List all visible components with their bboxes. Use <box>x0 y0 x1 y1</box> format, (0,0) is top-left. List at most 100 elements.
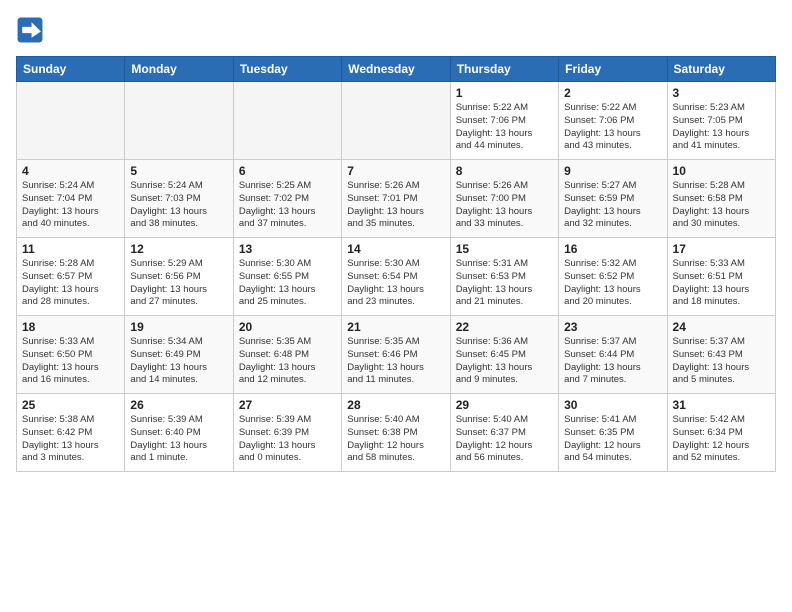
day-info: Sunrise: 5:22 AM Sunset: 7:06 PM Dayligh… <box>564 102 661 153</box>
week-row-1: 1 Sunrise: 5:22 AM Sunset: 7:06 PM Daylig… <box>17 82 776 160</box>
weekday-friday: Friday <box>559 57 667 82</box>
day-info: Sunrise: 5:38 AM Sunset: 6:42 PM Dayligh… <box>22 414 119 465</box>
calendar-cell: 11 Sunrise: 5:28 AM Sunset: 6:57 PM Dayli… <box>17 238 125 316</box>
day-number: 12 <box>130 242 227 256</box>
day-number: 25 <box>22 398 119 412</box>
calendar-cell: 23 Sunrise: 5:37 AM Sunset: 6:44 PM Dayli… <box>559 316 667 394</box>
day-number: 8 <box>456 164 553 178</box>
calendar-cell: 3Sunrise: 5:23 AM Sunset: 7:05 PM Daylig… <box>667 82 775 160</box>
day-number: 22 <box>456 320 553 334</box>
day-info: Sunrise: 5:39 AM Sunset: 6:40 PM Dayligh… <box>130 414 227 465</box>
day-info: Sunrise: 5:24 AM Sunset: 7:03 PM Dayligh… <box>130 180 227 231</box>
day-info: Sunrise: 5:40 AM Sunset: 6:37 PM Dayligh… <box>456 414 553 465</box>
day-number: 21 <box>347 320 444 334</box>
calendar-cell: 6 Sunrise: 5:25 AM Sunset: 7:02 PM Daylig… <box>233 160 341 238</box>
day-info: Sunrise: 5:35 AM Sunset: 6:46 PM Dayligh… <box>347 336 444 387</box>
calendar-body: 1 Sunrise: 5:22 AM Sunset: 7:06 PM Daylig… <box>17 82 776 472</box>
day-number: 9 <box>564 164 661 178</box>
day-number: 6 <box>239 164 336 178</box>
day-number: 11 <box>22 242 119 256</box>
calendar-cell: 9 Sunrise: 5:27 AM Sunset: 6:59 PM Daylig… <box>559 160 667 238</box>
calendar-cell: 20Sunrise: 5:35 AM Sunset: 6:48 PM Dayli… <box>233 316 341 394</box>
day-info: Sunrise: 5:37 AM Sunset: 6:43 PM Dayligh… <box>673 336 770 387</box>
calendar-cell: 28 Sunrise: 5:40 AM Sunset: 6:38 PM Dayli… <box>342 394 450 472</box>
day-info: Sunrise: 5:26 AM Sunset: 7:00 PM Dayligh… <box>456 180 553 231</box>
week-row-5: 25 Sunrise: 5:38 AM Sunset: 6:42 PM Dayli… <box>17 394 776 472</box>
day-info: Sunrise: 5:25 AM Sunset: 7:02 PM Dayligh… <box>239 180 336 231</box>
day-info: Sunrise: 5:31 AM Sunset: 6:53 PM Dayligh… <box>456 258 553 309</box>
day-info: Sunrise: 5:40 AM Sunset: 6:38 PM Dayligh… <box>347 414 444 465</box>
calendar-cell: 21 Sunrise: 5:35 AM Sunset: 6:46 PM Dayli… <box>342 316 450 394</box>
calendar-cell: 10 Sunrise: 5:28 AM Sunset: 6:58 PM Dayli… <box>667 160 775 238</box>
calendar-cell: 18 Sunrise: 5:33 AM Sunset: 6:50 PM Dayli… <box>17 316 125 394</box>
calendar-cell <box>233 82 341 160</box>
week-row-4: 18 Sunrise: 5:33 AM Sunset: 6:50 PM Dayli… <box>17 316 776 394</box>
day-number: 14 <box>347 242 444 256</box>
calendar-cell: 1 Sunrise: 5:22 AM Sunset: 7:06 PM Daylig… <box>450 82 558 160</box>
day-number: 29 <box>456 398 553 412</box>
page-header <box>16 16 776 44</box>
day-info: Sunrise: 5:30 AM Sunset: 6:54 PM Dayligh… <box>347 258 444 309</box>
calendar-cell: 15 Sunrise: 5:31 AM Sunset: 6:53 PM Dayli… <box>450 238 558 316</box>
calendar-cell: 14 Sunrise: 5:30 AM Sunset: 6:54 PM Dayli… <box>342 238 450 316</box>
weekday-saturday: Saturday <box>667 57 775 82</box>
week-row-2: 4Sunrise: 5:24 AM Sunset: 7:04 PM Daylig… <box>17 160 776 238</box>
weekday-wednesday: Wednesday <box>342 57 450 82</box>
day-number: 27 <box>239 398 336 412</box>
calendar-cell <box>125 82 233 160</box>
day-info: Sunrise: 5:28 AM Sunset: 6:57 PM Dayligh… <box>22 258 119 309</box>
day-info: Sunrise: 5:33 AM Sunset: 6:51 PM Dayligh… <box>673 258 770 309</box>
calendar-cell: 26 Sunrise: 5:39 AM Sunset: 6:40 PM Dayli… <box>125 394 233 472</box>
day-info: Sunrise: 5:41 AM Sunset: 6:35 PM Dayligh… <box>564 414 661 465</box>
day-info: Sunrise: 5:37 AM Sunset: 6:44 PM Dayligh… <box>564 336 661 387</box>
calendar-header: SundayMondayTuesdayWednesdayThursdayFrid… <box>17 57 776 82</box>
calendar-cell: 2 Sunrise: 5:22 AM Sunset: 7:06 PM Daylig… <box>559 82 667 160</box>
day-number: 10 <box>673 164 770 178</box>
calendar-cell: 8 Sunrise: 5:26 AM Sunset: 7:00 PM Daylig… <box>450 160 558 238</box>
day-info: Sunrise: 5:22 AM Sunset: 7:06 PM Dayligh… <box>456 102 553 153</box>
day-number: 30 <box>564 398 661 412</box>
day-number: 2 <box>564 86 661 100</box>
calendar-cell: 29 Sunrise: 5:40 AM Sunset: 6:37 PM Dayli… <box>450 394 558 472</box>
day-number: 31 <box>673 398 770 412</box>
day-number: 16 <box>564 242 661 256</box>
day-number: 20 <box>239 320 336 334</box>
day-info: Sunrise: 5:32 AM Sunset: 6:52 PM Dayligh… <box>564 258 661 309</box>
day-number: 7 <box>347 164 444 178</box>
logo-icon <box>16 16 44 44</box>
calendar-cell: 31Sunrise: 5:42 AM Sunset: 6:34 PM Dayli… <box>667 394 775 472</box>
calendar-cell: 30 Sunrise: 5:41 AM Sunset: 6:35 PM Dayli… <box>559 394 667 472</box>
day-info: Sunrise: 5:27 AM Sunset: 6:59 PM Dayligh… <box>564 180 661 231</box>
day-info: Sunrise: 5:33 AM Sunset: 6:50 PM Dayligh… <box>22 336 119 387</box>
weekday-row: SundayMondayTuesdayWednesdayThursdayFrid… <box>17 57 776 82</box>
day-number: 19 <box>130 320 227 334</box>
day-number: 15 <box>456 242 553 256</box>
calendar-cell: 25 Sunrise: 5:38 AM Sunset: 6:42 PM Dayli… <box>17 394 125 472</box>
calendar-cell: 5Sunrise: 5:24 AM Sunset: 7:03 PM Daylig… <box>125 160 233 238</box>
day-number: 24 <box>673 320 770 334</box>
weekday-monday: Monday <box>125 57 233 82</box>
weekday-tuesday: Tuesday <box>233 57 341 82</box>
day-number: 28 <box>347 398 444 412</box>
calendar-cell: 27Sunrise: 5:39 AM Sunset: 6:39 PM Dayli… <box>233 394 341 472</box>
calendar-table: SundayMondayTuesdayWednesdayThursdayFrid… <box>16 56 776 472</box>
day-number: 23 <box>564 320 661 334</box>
day-info: Sunrise: 5:28 AM Sunset: 6:58 PM Dayligh… <box>673 180 770 231</box>
day-info: Sunrise: 5:26 AM Sunset: 7:01 PM Dayligh… <box>347 180 444 231</box>
day-number: 1 <box>456 86 553 100</box>
weekday-thursday: Thursday <box>450 57 558 82</box>
week-row-3: 11 Sunrise: 5:28 AM Sunset: 6:57 PM Dayli… <box>17 238 776 316</box>
day-info: Sunrise: 5:24 AM Sunset: 7:04 PM Dayligh… <box>22 180 119 231</box>
day-number: 18 <box>22 320 119 334</box>
calendar-cell: 22Sunrise: 5:36 AM Sunset: 6:45 PM Dayli… <box>450 316 558 394</box>
day-number: 13 <box>239 242 336 256</box>
calendar-cell: 12Sunrise: 5:29 AM Sunset: 6:56 PM Dayli… <box>125 238 233 316</box>
day-info: Sunrise: 5:34 AM Sunset: 6:49 PM Dayligh… <box>130 336 227 387</box>
day-number: 17 <box>673 242 770 256</box>
calendar-cell: 4Sunrise: 5:24 AM Sunset: 7:04 PM Daylig… <box>17 160 125 238</box>
calendar-cell: 13Sunrise: 5:30 AM Sunset: 6:55 PM Dayli… <box>233 238 341 316</box>
weekday-sunday: Sunday <box>17 57 125 82</box>
calendar-cell: 7 Sunrise: 5:26 AM Sunset: 7:01 PM Daylig… <box>342 160 450 238</box>
day-number: 26 <box>130 398 227 412</box>
calendar-cell <box>17 82 125 160</box>
